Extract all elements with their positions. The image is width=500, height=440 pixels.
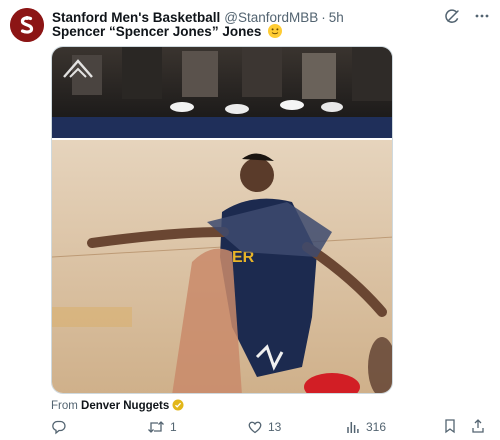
- retweet-count: 1: [170, 420, 177, 434]
- bookmark-icon: [445, 418, 455, 433]
- verified-gold-badge-icon: [172, 399, 184, 411]
- avatar[interactable]: [10, 8, 44, 42]
- post-text: Spencer “Spencer Jones” Jones: [52, 24, 283, 39]
- action-bar: 1 13 316: [51, 418, 486, 436]
- author-name[interactable]: Stanford Men's Basketball: [52, 10, 220, 25]
- slightly-smiling-face-emoji: [268, 24, 283, 38]
- source-account[interactable]: Denver Nuggets: [81, 400, 169, 412]
- more-icon[interactable]: [474, 8, 490, 24]
- share-button[interactable]: [470, 418, 486, 437]
- views-count: 316: [366, 420, 387, 434]
- share-icon: [472, 418, 484, 433]
- video-source: From Denver Nuggets: [51, 399, 184, 412]
- author-handle[interactable]: @StanfordMBB: [224, 10, 318, 25]
- retweet-button[interactable]: 1: [147, 419, 247, 435]
- post-video[interactable]: ER: [51, 46, 393, 394]
- reply-button[interactable]: [51, 419, 147, 435]
- post-text-content: Spencer “Spencer Jones” Jones: [52, 24, 262, 39]
- views-button[interactable]: 316: [345, 419, 441, 435]
- like-icon: [248, 421, 262, 434]
- grok-icon[interactable]: [444, 8, 460, 24]
- stanford-logo-icon: [10, 8, 44, 42]
- retweet-icon: [148, 421, 164, 433]
- like-button[interactable]: 13: [247, 419, 345, 435]
- post-time[interactable]: 5h: [329, 10, 344, 25]
- views-icon: [347, 422, 359, 433]
- reply-icon: [52, 420, 66, 435]
- separator-dot: ·: [321, 9, 326, 25]
- source-prefix: From: [51, 400, 78, 412]
- bookmark-button[interactable]: [442, 418, 458, 437]
- like-count: 13: [268, 420, 282, 434]
- video-frame-image: ER: [52, 47, 392, 393]
